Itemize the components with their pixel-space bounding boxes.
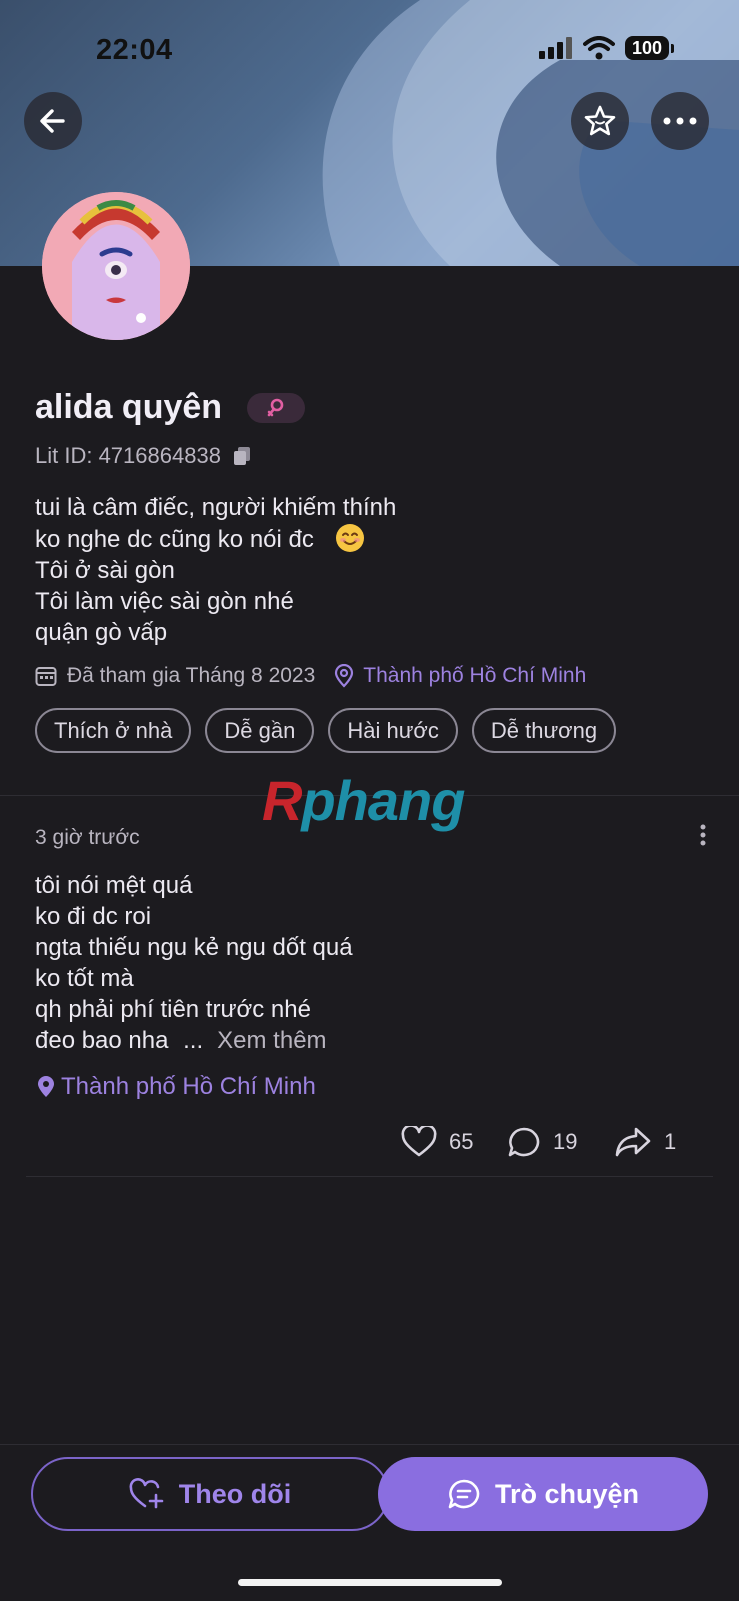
post-location[interactable]: Thành phố Hồ Chí Minh bbox=[37, 1073, 316, 1101]
post-line: ngta thiếu ngu kẻ ngu dốt quá bbox=[35, 934, 353, 961]
home-indicator bbox=[238, 1579, 502, 1586]
interest-tag[interactable]: Hài hước bbox=[328, 708, 458, 753]
female-symbol-icon bbox=[267, 398, 284, 417]
post-line: tôi nói mệt quá bbox=[35, 872, 193, 899]
location-pin-outline-icon bbox=[335, 664, 354, 688]
lit-id-row: Lit ID: 4716864838 bbox=[35, 443, 251, 469]
profile-location[interactable]: Thành phố Hồ Chí Minh bbox=[363, 664, 586, 688]
location-pin-icon bbox=[38, 1076, 54, 1097]
profile-meta: Đã tham gia Tháng 8 2023 Thành phố Hồ Ch… bbox=[35, 664, 586, 688]
status-icons: 100 bbox=[538, 36, 675, 60]
post-ellipsis: ... bbox=[183, 1027, 204, 1054]
bio-line: Tôi làm việc sài gòn nhé bbox=[35, 588, 294, 615]
signal-icon bbox=[538, 37, 572, 59]
post-time: 3 giờ trước bbox=[35, 826, 140, 849]
post-more-button[interactable] bbox=[700, 824, 706, 851]
follow-button[interactable]: Theo dõi bbox=[31, 1457, 389, 1531]
avatar[interactable] bbox=[42, 192, 190, 340]
bio-line: quận gò vấp bbox=[35, 619, 168, 646]
watermark: Rphang bbox=[262, 768, 465, 833]
more-options-button[interactable] bbox=[651, 92, 709, 150]
joined-date: Đã tham gia Tháng 8 2023 bbox=[67, 664, 316, 687]
post-line: đeo bao nha bbox=[35, 1027, 169, 1054]
profile-bio: tui là câm điếc, người khiếm thính ko ng… bbox=[35, 492, 396, 648]
post-line: qh phải phí tiên trước nhé bbox=[35, 996, 311, 1023]
bio-line-with-emoji: ko nghe dc cũng ko nói đc bbox=[35, 523, 396, 555]
post-divider bbox=[26, 1176, 713, 1177]
watermark-first: R bbox=[262, 769, 302, 832]
comment-icon bbox=[508, 1127, 540, 1157]
follow-label: Theo dõi bbox=[178, 1478, 292, 1509]
gender-badge bbox=[247, 393, 305, 423]
comment-count: 19 bbox=[553, 1129, 578, 1154]
bio-line: ko nghe dc cũng ko nói đc bbox=[35, 526, 314, 553]
share-count: 1 bbox=[664, 1129, 677, 1154]
chat-button[interactable]: Trò chuyện bbox=[378, 1457, 708, 1531]
battery-indicator: 100 bbox=[624, 36, 675, 60]
more-vertical-icon bbox=[700, 824, 706, 846]
post-location-text: Thành phố Hồ Chí Minh bbox=[61, 1073, 316, 1100]
comment-action[interactable]: 19 bbox=[507, 1126, 577, 1158]
watermark-rest: phang bbox=[301, 769, 465, 832]
heart-plus-icon bbox=[129, 1478, 164, 1509]
smiling-face-icon bbox=[335, 524, 364, 552]
share-arrow-icon bbox=[615, 1127, 651, 1157]
profile-name: alida quyên bbox=[35, 388, 223, 426]
interest-tags: Thích ở nhà Dễ gần Hài hước Dễ thương bbox=[35, 708, 617, 753]
back-button[interactable] bbox=[24, 92, 82, 150]
avatar-illustration bbox=[42, 192, 190, 340]
share-action[interactable]: 1 bbox=[614, 1126, 676, 1158]
bio-line: Tôi ở sài gòn bbox=[35, 557, 175, 584]
interest-tag[interactable]: Dễ gần bbox=[205, 708, 315, 753]
post-line: ko đi dc roi bbox=[35, 903, 152, 930]
post-body: tôi nói mệt quá ko đi dc roi ngta thiếu … bbox=[35, 870, 353, 1056]
heart-icon bbox=[401, 1126, 437, 1157]
lit-id-text: Lit ID: 4716864838 bbox=[35, 443, 221, 468]
copy-icon[interactable] bbox=[233, 446, 251, 466]
bio-line: tui là câm điếc, người khiếm thính bbox=[35, 494, 397, 521]
chat-bubble-icon bbox=[448, 1479, 480, 1509]
like-action[interactable]: 65 bbox=[401, 1126, 473, 1158]
favorite-button[interactable] bbox=[571, 92, 629, 150]
like-count: 65 bbox=[449, 1129, 474, 1154]
interest-tag[interactable]: Dễ thương bbox=[471, 708, 617, 753]
post-line: ko tốt mà bbox=[35, 965, 134, 992]
status-time: 22:04 bbox=[96, 34, 173, 66]
wifi-icon bbox=[582, 36, 615, 60]
interest-tag[interactable]: Thích ở nhà bbox=[35, 708, 192, 753]
post-last-line: đeo bao nha ... Xem thêm bbox=[35, 1025, 353, 1056]
more-horizontal-icon bbox=[663, 117, 697, 125]
calendar-icon bbox=[35, 667, 57, 686]
star-icon bbox=[584, 105, 616, 136]
chat-label: Trò chuyện bbox=[494, 1478, 640, 1509]
see-more-link[interactable]: Xem thêm bbox=[217, 1027, 326, 1054]
arrow-left-icon bbox=[40, 109, 65, 133]
